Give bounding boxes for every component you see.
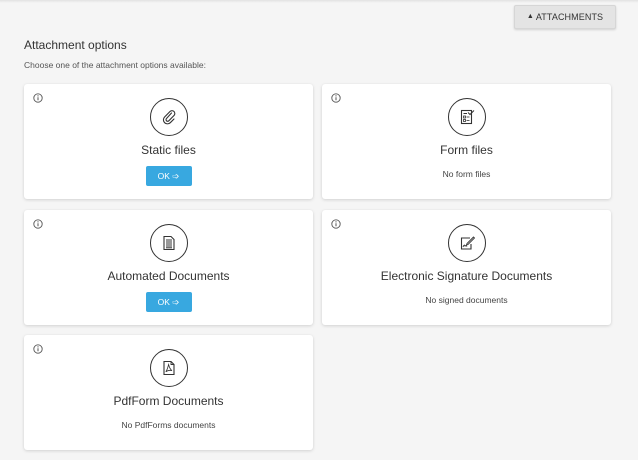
ok-button[interactable]: OK ➩ bbox=[145, 166, 192, 186]
card-title: Electronic Signature Documents bbox=[380, 269, 553, 283]
card-title: Automated Documents bbox=[107, 269, 230, 283]
form-icon bbox=[447, 98, 486, 136]
card-status: No signed documents bbox=[425, 295, 508, 305]
card-title: Form files bbox=[440, 143, 493, 157]
attachments-button-label: ATTACHMENTS bbox=[535, 12, 604, 22]
card-electronic-signature-documents: Electronic Signature Documents No signed… bbox=[322, 210, 611, 325]
card-title: Static files bbox=[141, 143, 196, 157]
card-title: PdfForm Documents bbox=[113, 394, 224, 408]
card-status: No PdfForms documents bbox=[121, 420, 216, 430]
info-icon[interactable] bbox=[331, 219, 341, 229]
info-icon[interactable] bbox=[33, 344, 43, 354]
info-icon[interactable] bbox=[331, 93, 341, 103]
card-form-files: Form files No form files bbox=[322, 84, 611, 199]
card-status: No form files bbox=[442, 169, 491, 179]
ok-button[interactable]: OK ➩ bbox=[145, 292, 192, 312]
card-static-files: Static files OK ➩ bbox=[24, 84, 313, 199]
info-icon[interactable] bbox=[33, 93, 43, 103]
section-title: Attachment options bbox=[24, 38, 127, 52]
caret-up-icon: ▲ bbox=[526, 12, 534, 20]
signature-icon bbox=[447, 224, 486, 262]
paperclip-icon bbox=[149, 98, 188, 136]
card-automated-documents: Automated Documents OK ➩ bbox=[24, 210, 313, 325]
section-subtitle: Choose one of the attachment options ava… bbox=[24, 60, 206, 70]
pdf-icon bbox=[149, 349, 188, 387]
card-pdfform-documents: PdfForm Documents No PdfForms documents bbox=[24, 335, 313, 450]
top-shadow bbox=[0, 0, 638, 3]
attachments-button[interactable]: ▲ ATTACHMENTS bbox=[514, 5, 616, 29]
document-icon bbox=[149, 224, 188, 262]
info-icon[interactable] bbox=[33, 219, 43, 229]
